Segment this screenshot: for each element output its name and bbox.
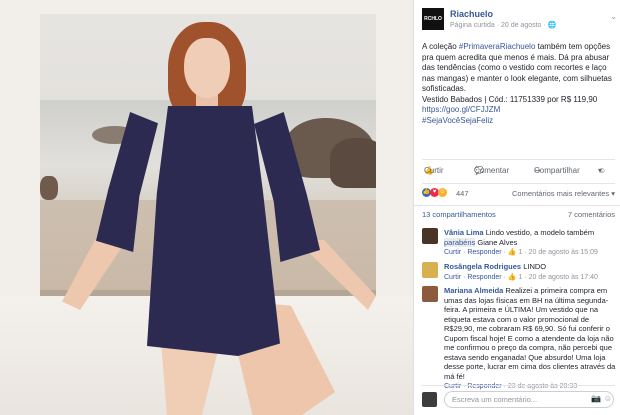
divider (422, 159, 615, 160)
comment-text: LINDO (523, 262, 547, 271)
action-bar: 👍 Curtir 💬 Comentar ↪ Compartilhar ☺ ▾ (422, 166, 615, 178)
model-face (184, 38, 230, 98)
post-meta: Página curtida · 20 de agosto · 🌐 (450, 21, 556, 29)
comment-reply-link[interactable]: Responder (467, 274, 501, 281)
comment-like-link[interactable]: Curtir (444, 249, 461, 256)
comment-item: Vânia Lima Lindo vestido, a modelo també… (422, 228, 617, 260)
comment-like-count: 1 (518, 273, 523, 281)
emoji-icon[interactable]: ☺ (604, 394, 612, 403)
comment-item: Rosângela Rodrigues LINDO Curtir · Respo… (422, 262, 617, 284)
comment-item: Mariana Almeida Realizei a primeira comp… (422, 286, 617, 390)
comment-body: Vânia Lima Lindo vestido, a modelo també… (444, 228, 616, 258)
avatar[interactable] (422, 286, 438, 302)
chevron-down-icon[interactable]: ⌄ (610, 12, 617, 21)
chevron-down-icon: ▾ (598, 166, 603, 175)
divider (422, 385, 615, 386)
avatar (422, 392, 437, 407)
reactions-bar: 👍 ♥ ☺ 447 Comentários mais relevantes ▾ (422, 188, 615, 200)
divider (414, 205, 620, 206)
comment-label: Comentar (474, 166, 510, 175)
post-meta-text: Página curtida · 20 de agosto · (450, 22, 548, 29)
comment-input[interactable]: Escreva um comentário... (444, 391, 614, 408)
comment-time[interactable]: 20 de agosto às 17:40 (529, 274, 598, 281)
divider (422, 183, 615, 184)
post-header: RCHLO Riachuelo Página curtida · 20 de a… (422, 8, 617, 38)
comment-text[interactable]: Giane Alves (477, 238, 517, 247)
page-name[interactable]: Riachuelo (450, 9, 493, 19)
share-label: Compartilhar (534, 166, 580, 175)
like-label: Curtir (424, 166, 444, 175)
product-line: Vestido Babados | Cód.: 11751339 por R$ … (422, 94, 598, 104)
comment-reply-link[interactable]: Responder (467, 249, 501, 256)
comment-author[interactable]: Rosângela Rodrigues (444, 262, 521, 271)
comment-text: Realizei a primeira compra em umas das l… (444, 286, 616, 381)
post-text: A coleção #PrimaveraRiachuelo também tem… (422, 42, 615, 126)
comment-text: Lindo vestido, a modelo também (485, 228, 595, 237)
hashtag-link[interactable]: #PrimaveraRiachuelo (459, 42, 535, 51)
hashtag-link[interactable]: #SejaVocêSejaFeliz (422, 116, 493, 125)
comment-body: Mariana Almeida Realizei a primeira comp… (444, 286, 616, 392)
comment-composer: Escreva um comentário... 📷 ☺ (422, 391, 617, 409)
avatar[interactable] (422, 228, 438, 244)
comment-author[interactable]: Mariana Almeida (444, 286, 503, 295)
comment-meta: Curtir · Responder · 👍 1 · 20 de agosto … (444, 249, 598, 256)
haha-reaction-icon[interactable]: ☺ (438, 188, 447, 197)
comment-like-count: 1 (518, 249, 523, 256)
post-text-part: A coleção (422, 42, 459, 51)
comment-author[interactable]: Vânia Lima (444, 228, 484, 237)
comment-like-link[interactable]: Curtir (444, 274, 461, 281)
share-count[interactable]: 13 compartilhamentos (422, 210, 496, 219)
post-photo[interactable] (0, 0, 413, 415)
photo-frame (0, 0, 413, 14)
comment-body: Rosângela Rodrigues LINDO Curtir · Respo… (444, 262, 616, 282)
engagement-counts: 13 compartilhamentos 7 comentários (422, 210, 615, 219)
post-side-panel: RCHLO Riachuelo Página curtida · 20 de a… (413, 0, 620, 415)
avatar[interactable] (422, 262, 438, 278)
comment-sort-dropdown[interactable]: Comentários mais relevantes ▾ (512, 189, 615, 198)
reaction-count[interactable]: 447 (456, 189, 469, 198)
comment-meta: Curtir · Responder · 👍 1 · 20 de agosto … (444, 273, 598, 281)
post-link[interactable]: https://goo.gl/CFJJZM (422, 105, 500, 114)
photo-rock (40, 176, 58, 200)
camera-icon[interactable]: 📷 (591, 394, 601, 403)
post-viewer: RCHLO Riachuelo Página curtida · 20 de a… (0, 0, 620, 415)
comment-mention[interactable]: parabéns (444, 237, 476, 247)
page-avatar[interactable]: RCHLO (422, 8, 444, 30)
globe-icon: 🌐 (547, 22, 557, 29)
comment-count[interactable]: 7 comentários (568, 210, 615, 219)
comment-time[interactable]: 20 de agosto às 15:09 (529, 249, 598, 256)
